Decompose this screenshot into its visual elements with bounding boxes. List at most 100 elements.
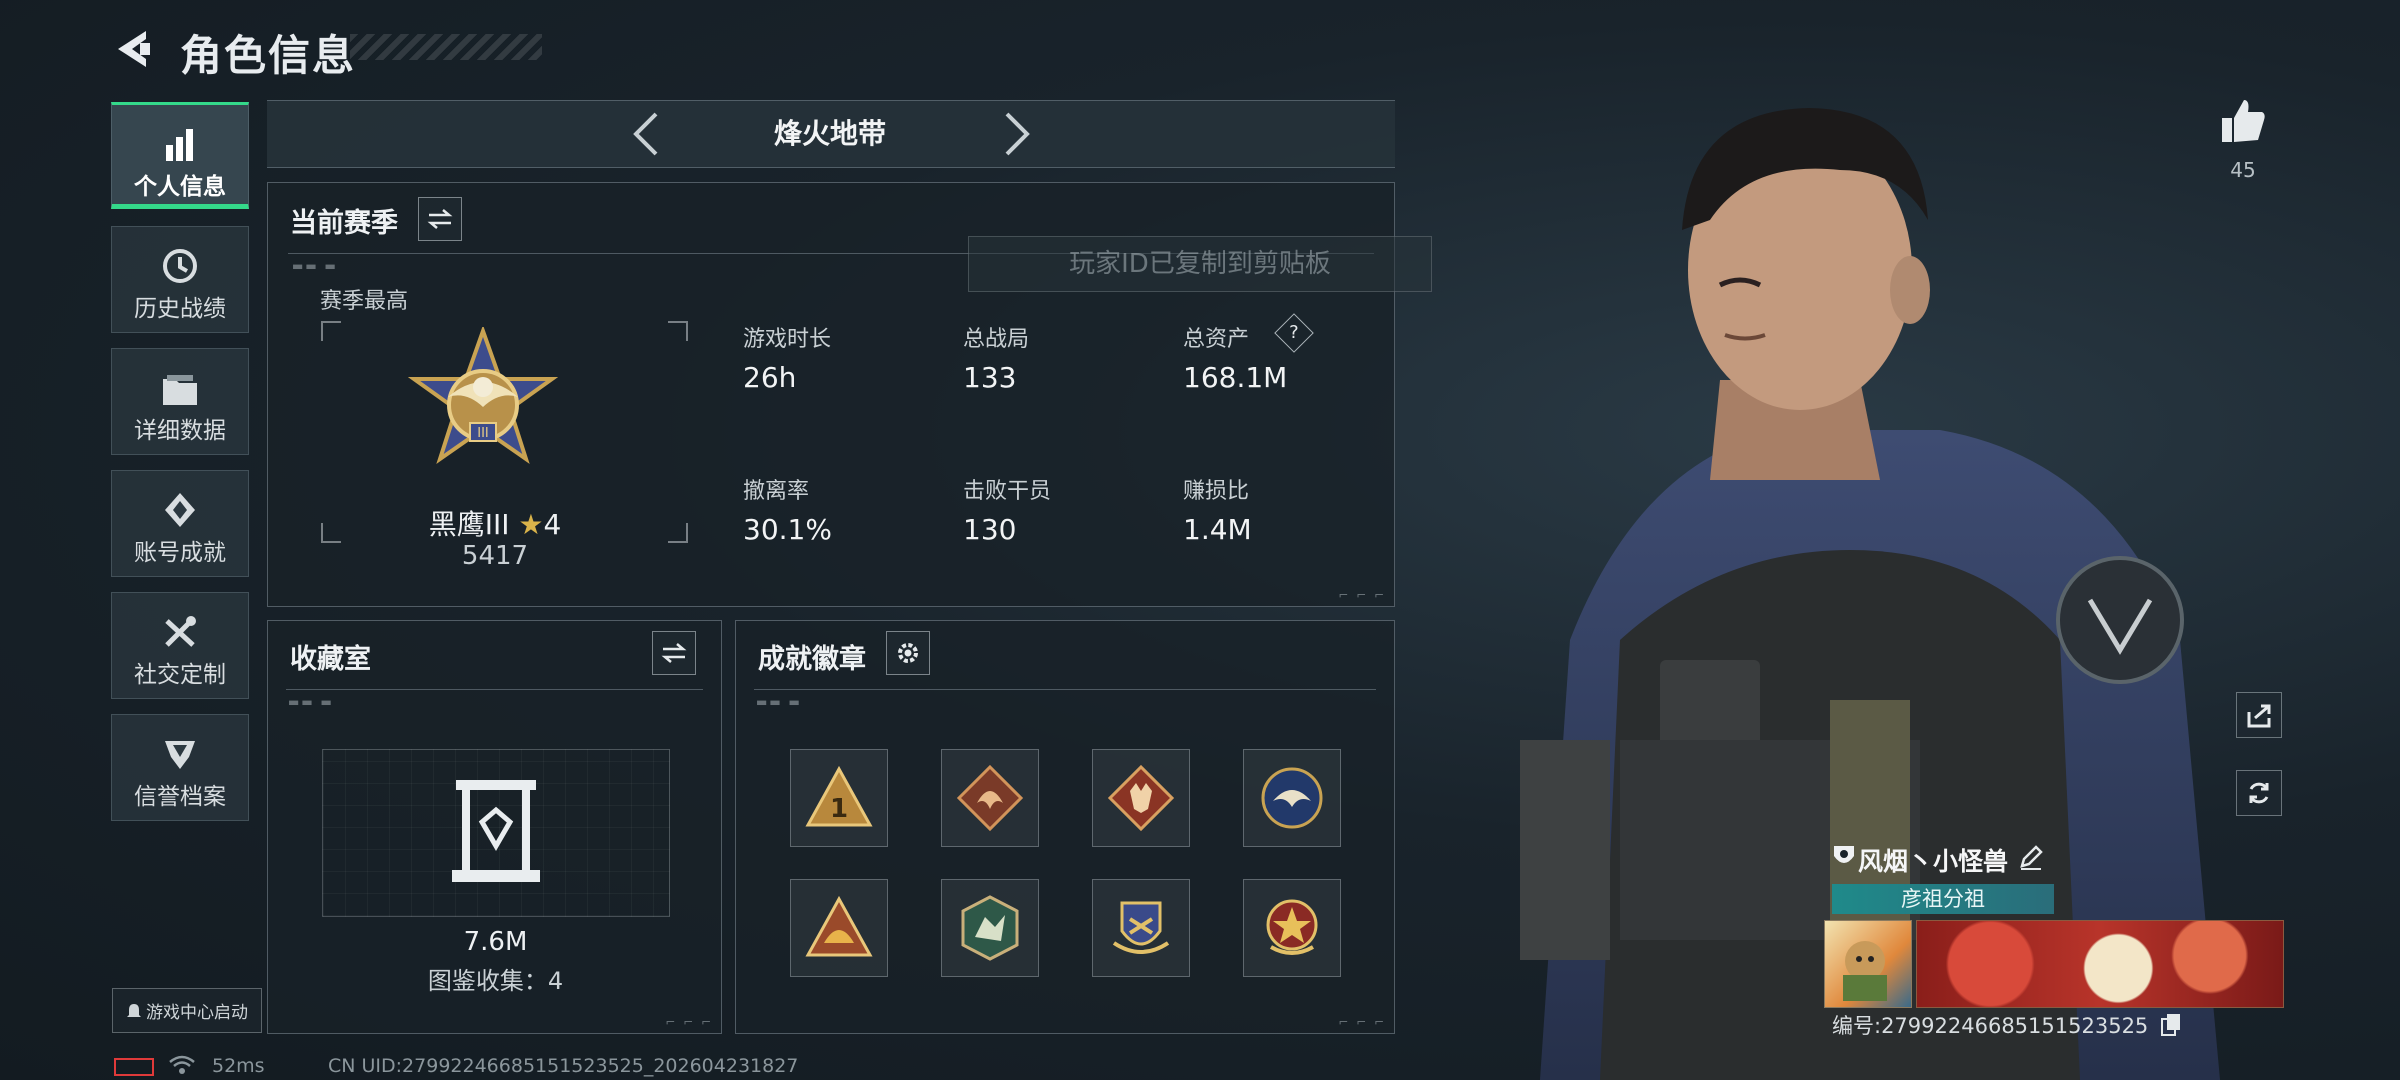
folder-icon	[163, 375, 197, 405]
game-mode-title: 烽火地带	[773, 117, 886, 150]
tools-icon	[165, 616, 196, 647]
like-count: 45	[2230, 158, 2256, 182]
stat-label: 赚损比	[1183, 479, 1250, 504]
season-best-label: 赛季最高	[320, 289, 409, 314]
collection-switch-button[interactable]	[652, 631, 696, 675]
game-center-label: 游戏中心启动	[146, 1003, 248, 1023]
wolf-badge-icon	[1107, 764, 1175, 832]
divider	[754, 689, 1376, 690]
badge-slot[interactable]	[1092, 879, 1190, 977]
chevron-right-icon	[1005, 112, 1030, 156]
name-card-banner	[1916, 920, 2284, 1008]
sidebar-item-credit-record[interactable]: 信誉档案	[111, 714, 249, 821]
sidebar-item-label: 社交定制	[134, 662, 226, 688]
collection-value: 7.6M	[463, 927, 528, 957]
helmet-badge-icon	[805, 895, 873, 957]
battery-icon	[114, 1058, 154, 1076]
badge-slot[interactable]	[941, 879, 1039, 977]
swap-icon	[427, 209, 453, 229]
star-medal-badge-icon	[1266, 899, 1318, 955]
sidebar-item-label: 个人信息	[134, 174, 226, 200]
help-icon: ?	[1289, 322, 1299, 343]
deco-marks: ⌐ ⌐ ⌐	[1338, 588, 1386, 602]
collection-panel: 收藏室 ▬▬ ▬ 7.6M 图鉴收集：4 ⌐ ⌐ ⌐	[267, 620, 722, 1034]
shield-laurel-badge-icon	[1112, 901, 1170, 954]
badge-slot[interactable]	[941, 749, 1039, 847]
like-button[interactable]	[2218, 96, 2268, 146]
copy-icon	[2161, 1014, 2180, 1036]
wifi-icon	[169, 1055, 195, 1074]
copied-toast: 玩家ID已复制到剪贴板	[968, 236, 1432, 292]
pencil-icon	[2020, 845, 2043, 870]
share-button[interactable]	[2236, 692, 2282, 738]
player-name: 风烟丶小怪兽	[1858, 847, 2009, 876]
page-title: 角色信息	[180, 31, 357, 80]
badge-slot[interactable]	[1092, 749, 1190, 847]
rank-one-badge-icon: 1	[805, 765, 873, 827]
deco-marks: ▬▬ ▬	[756, 695, 802, 709]
avatar[interactable]	[1824, 920, 1912, 1008]
thumbs-up-icon	[2222, 100, 2265, 142]
collection-title: 收藏室	[290, 644, 371, 675]
sidebar-item-label: 详细数据	[134, 418, 226, 444]
deco-marks: ▬▬ ▬	[288, 695, 334, 709]
sidebar-item-achievements[interactable]: 账号成就	[111, 470, 249, 577]
sidebar-item-detailed-data[interactable]: 详细数据	[111, 348, 249, 455]
sidebar-item-social-custom[interactable]: 社交定制	[111, 592, 249, 699]
eagle-badge-icon	[1261, 767, 1323, 829]
help-button[interactable]: ?	[1274, 313, 1314, 353]
badge-slot[interactable]	[790, 879, 888, 977]
game-center-launch-button[interactable]: 游戏中心启动	[112, 988, 262, 1033]
divider	[286, 689, 703, 690]
sidebar-item-history[interactable]: 历史战绩	[111, 226, 249, 333]
badge-slot[interactable]	[1243, 879, 1341, 977]
achievements-title: 成就徽章	[758, 644, 866, 675]
badge-slot[interactable]	[1243, 749, 1341, 847]
card-id: 编号:27992246685151523525	[1832, 1014, 2149, 1038]
rank-name: 黑鹰III	[428, 508, 510, 541]
refresh-icon	[2249, 782, 2269, 804]
achievement-badges-panel: 成就徽章 ▬▬ ▬ 1 ⌐ ⌐ ⌐	[735, 620, 1395, 1034]
collection-preview[interactable]	[322, 749, 670, 917]
rank-emblem-icon: III	[408, 327, 558, 465]
team-name-bar: 彦祖分祖	[1832, 884, 2054, 914]
back-button[interactable]	[110, 25, 158, 73]
back-arrow-icon	[118, 31, 150, 67]
stat-label: 总战局	[963, 327, 1030, 352]
season-switch-button[interactable]	[418, 197, 462, 241]
deco-marks: ⌐ ⌐ ⌐	[1338, 1015, 1386, 1029]
uid-text: CN UID:27992246685151523525_202604231827	[328, 1055, 799, 1077]
stat-value: 168.1M	[1183, 361, 1288, 394]
stat-value: 30.1%	[743, 513, 832, 546]
bell-icon	[127, 1003, 141, 1017]
svg-text:III: III	[477, 426, 489, 441]
collection-index-label: 图鉴收集：4	[427, 967, 564, 995]
gear-icon	[898, 643, 918, 663]
edit-name-button[interactable]	[2018, 844, 2044, 870]
badge-slot[interactable]: 1	[790, 749, 888, 847]
rotate-button[interactable]	[2236, 770, 2282, 816]
stat-value: 26h	[743, 361, 797, 394]
share-icon	[2247, 704, 2271, 728]
rank-star-icon: ★	[518, 508, 544, 541]
sidebar-item-label: 账号成就	[134, 540, 226, 566]
credit-shield-icon	[165, 741, 195, 769]
stat-value: 1.4M	[1183, 513, 1252, 546]
beast-badge-icon	[961, 895, 1019, 961]
achievement-icon	[165, 493, 195, 527]
stat-value: 130	[963, 513, 1017, 546]
display-case-icon	[452, 780, 540, 882]
stat-label: 总资产	[1183, 327, 1250, 352]
swap-icon	[661, 643, 687, 663]
achievement-settings-button[interactable]	[886, 631, 930, 675]
svg-text:1: 1	[830, 794, 848, 824]
dragon-badge-icon	[956, 764, 1024, 832]
rank-points: 5417	[461, 541, 529, 571]
frame-corner	[321, 321, 341, 341]
copy-id-button[interactable]	[2160, 1012, 2182, 1036]
rank-title-line: 黑鹰III ★4	[268, 503, 722, 543]
sidebar-item-label: 历史战绩	[134, 296, 226, 322]
rank-stars: 4	[543, 508, 562, 541]
next-mode-button[interactable]	[997, 110, 1037, 158]
season-title: 当前赛季	[290, 208, 398, 239]
